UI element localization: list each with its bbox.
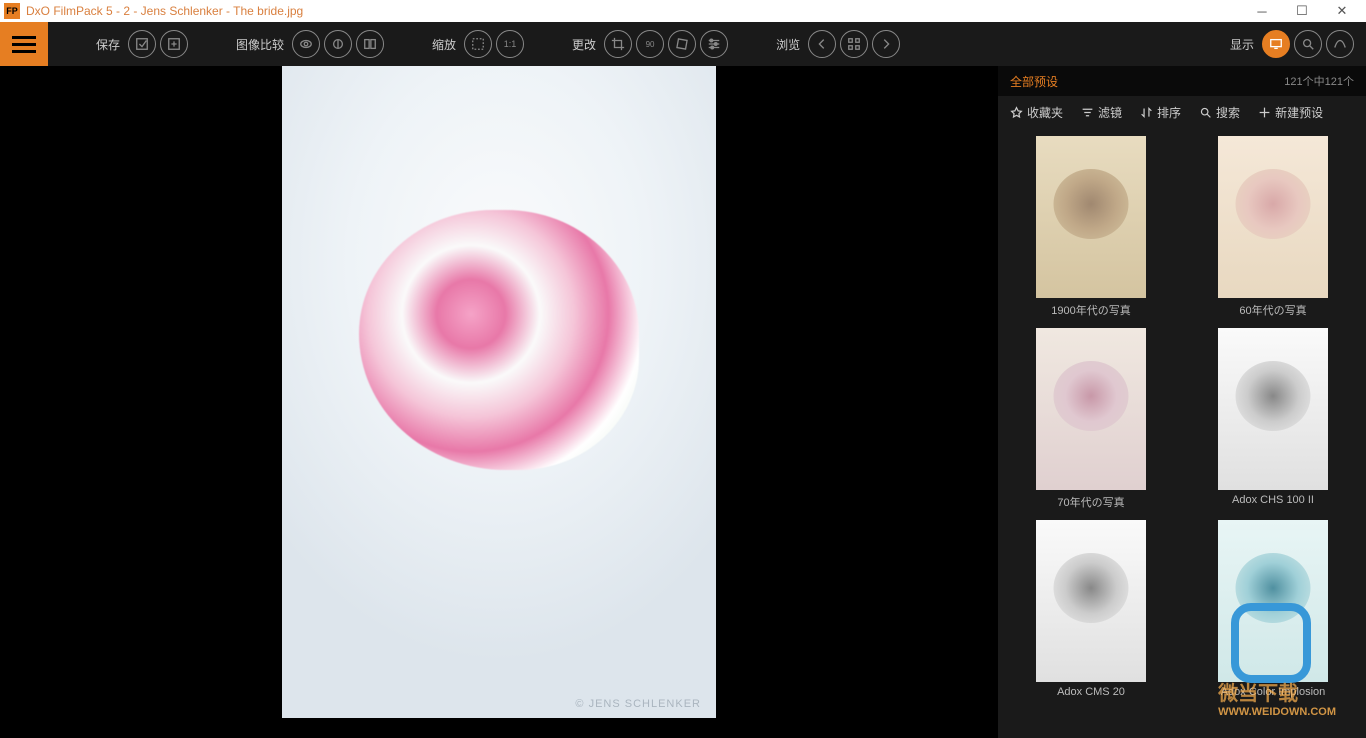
- display-zoom-button[interactable]: [1294, 30, 1322, 58]
- preset-item[interactable]: Adox CHS 100 II: [1192, 328, 1354, 510]
- preset-grid: 1900年代の写真 60年代の写真 70年代の写真 Adox CHS 100 II Ad…: [998, 128, 1366, 738]
- preset-label: 70年代の写真: [1057, 494, 1124, 510]
- compare-split-button[interactable]: [356, 30, 384, 58]
- preset-count: 121个中121个: [1284, 73, 1354, 89]
- preset-label: Adox CHS 100 II: [1232, 494, 1314, 506]
- preset-thumb: [1036, 136, 1146, 298]
- browse-label: 浏览: [776, 36, 800, 53]
- browse-group: 浏览: [776, 30, 900, 58]
- eye-icon[interactable]: [292, 30, 320, 58]
- sidebar-filters: 收藏夹 滤镜 排序 搜索 新建预设: [998, 96, 1366, 128]
- histogram-button[interactable]: [1326, 30, 1354, 58]
- preset-item[interactable]: 60年代の写真: [1192, 136, 1354, 318]
- preset-thumb: [1036, 328, 1146, 490]
- display-label: 显示: [1230, 36, 1254, 53]
- sidebar-title[interactable]: 全部预设: [1010, 73, 1284, 90]
- preset-item[interactable]: Adox Color Implosion: [1192, 520, 1354, 698]
- preset-item[interactable]: Adox CMS 20: [1010, 520, 1172, 698]
- compare-group: 图像比较: [236, 30, 384, 58]
- save-label: 保存: [96, 36, 120, 53]
- display-screen-button[interactable]: [1262, 30, 1290, 58]
- modify-label: 更改: [572, 36, 596, 53]
- titlebar: FP DxO FilmPack 5 - 2 - Jens Schlenker -…: [0, 0, 1366, 22]
- preset-thumb: [1218, 136, 1328, 298]
- canvas-area[interactable]: © JENS SCHLENKER: [0, 66, 998, 738]
- preset-item[interactable]: 70年代の写真: [1010, 328, 1172, 510]
- close-button[interactable]: ✕: [1322, 3, 1362, 19]
- main-area: © JENS SCHLENKER 全部预设 121个中121个 收藏夹 滤镜 排…: [0, 66, 1366, 738]
- main-photo: © JENS SCHLENKER: [282, 66, 716, 718]
- sliders-button[interactable]: [700, 30, 728, 58]
- straighten-button[interactable]: [668, 30, 696, 58]
- preset-label: Adox Color Implosion: [1221, 686, 1326, 698]
- filter-filter[interactable]: 滤镜: [1081, 104, 1122, 121]
- photo-copyright: © JENS SCHLENKER: [575, 698, 701, 710]
- preset-label: Adox CMS 20: [1057, 686, 1125, 698]
- save-button[interactable]: [128, 30, 156, 58]
- sort-filter[interactable]: 排序: [1140, 104, 1181, 121]
- zoom-label: 缩放: [432, 36, 456, 53]
- compare-label: 图像比较: [236, 36, 284, 53]
- toolbar: 保存 图像比较 缩放 1:1 更改 90 浏览 显示: [0, 22, 1366, 66]
- preset-label: 60年代の写真: [1239, 302, 1306, 318]
- menu-button[interactable]: [0, 22, 48, 66]
- app-logo: FP: [4, 3, 20, 19]
- zoom-1to1-button[interactable]: 1:1: [496, 30, 524, 58]
- rotate-button[interactable]: 90: [636, 30, 664, 58]
- save-as-button[interactable]: [160, 30, 188, 58]
- presets-sidebar: 全部预设 121个中121个 收藏夹 滤镜 排序 搜索 新建预设 1900年代の…: [998, 66, 1366, 738]
- display-group: 显示: [1230, 30, 1354, 58]
- preset-item[interactable]: 1900年代の写真: [1010, 136, 1172, 318]
- preset-thumb: [1036, 520, 1146, 682]
- crop-button[interactable]: [604, 30, 632, 58]
- preset-label: 1900年代の写真: [1051, 302, 1130, 318]
- grid-button[interactable]: [840, 30, 868, 58]
- sidebar-header: 全部预设 121个中121个: [998, 66, 1366, 96]
- maximize-button[interactable]: ☐: [1282, 3, 1322, 19]
- prev-button[interactable]: [808, 30, 836, 58]
- save-group: 保存: [96, 30, 188, 58]
- window-title: DxO FilmPack 5 - 2 - Jens Schlenker - Th…: [26, 4, 1242, 18]
- compare-mode-button[interactable]: [324, 30, 352, 58]
- new-preset-button[interactable]: 新建预设: [1258, 104, 1323, 121]
- search-filter[interactable]: 搜索: [1199, 104, 1240, 121]
- preset-thumb: [1218, 328, 1328, 490]
- zoom-group: 缩放 1:1: [432, 30, 524, 58]
- next-button[interactable]: [872, 30, 900, 58]
- modify-group: 更改 90: [572, 30, 728, 58]
- minimize-button[interactable]: ─: [1242, 4, 1282, 19]
- preset-thumb: [1218, 520, 1328, 682]
- zoom-fit-button[interactable]: [464, 30, 492, 58]
- favorites-filter[interactable]: 收藏夹: [1010, 104, 1063, 121]
